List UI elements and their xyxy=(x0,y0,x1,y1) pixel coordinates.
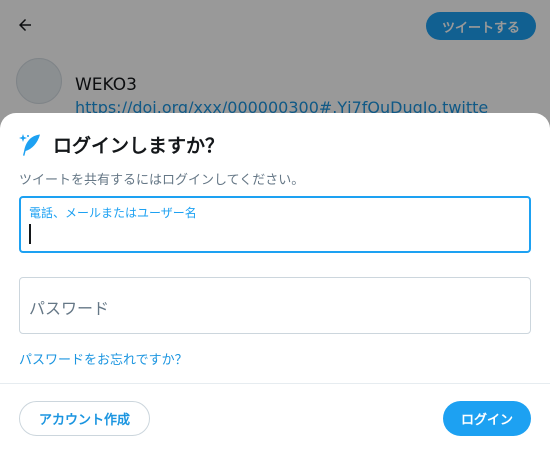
username-field[interactable]: 電話、メールまたはユーザー名 xyxy=(19,196,531,253)
username-field-label: 電話、メールまたはユーザー名 xyxy=(29,206,197,220)
sheet-title: ログインしますか？ xyxy=(17,131,224,158)
login-sheet: ログインしますか？ ツイートを共有するにはログインしてください。 電話、メールま… xyxy=(0,113,550,450)
login-button[interactable]: ログイン xyxy=(443,401,531,436)
text-cursor xyxy=(29,224,31,244)
forgot-password-link[interactable]: パスワードをお忘れですか？ xyxy=(19,349,188,368)
password-field-placeholder: パスワード xyxy=(29,299,110,318)
create-account-button[interactable]: アカウント作成 xyxy=(19,401,150,436)
feather-icon xyxy=(19,133,40,156)
password-field[interactable]: パスワード xyxy=(19,277,531,334)
tweet-share-page: ツイートする WEKO3 https://doi.org/xxx/0000003… xyxy=(0,0,550,450)
login-subtitle: ツイートを共有するにはログインしてください。 xyxy=(19,173,305,188)
divider xyxy=(0,383,550,384)
login-title: ログインしますか？ xyxy=(53,135,225,157)
